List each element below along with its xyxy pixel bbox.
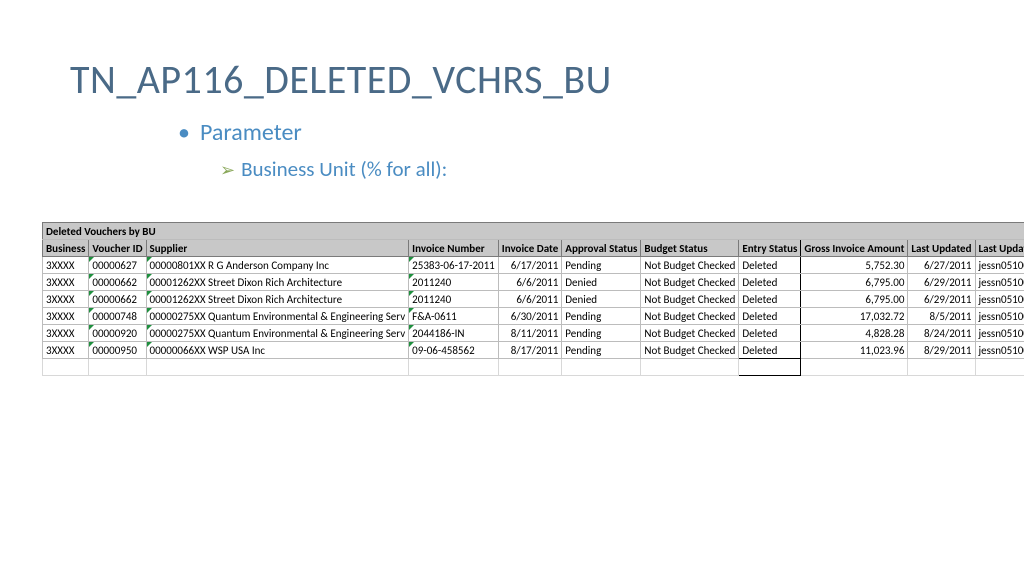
cell-gross-invoice-amount: 6,795.00 [801,291,908,308]
col-budget-status: Budget Status [641,240,739,257]
cell-last-updated-by: jessn0510001 [975,342,1024,359]
bullet-2-text: Business Unit (% for all): [241,156,447,182]
cell-invoice-date: 6/6/2011 [498,274,562,291]
cell-last-updated: 6/29/2011 [908,291,975,308]
cell-approval-status: Pending [562,342,641,359]
cell-approval-status: Pending [562,308,641,325]
cell-entry-status: Deleted [739,308,801,325]
report-table-wrap: Deleted Vouchers by BU Business Voucher … [42,222,984,376]
cell-last-updated-by: jessn0510001 [975,308,1024,325]
cell-voucher-id: 00000662 [89,274,146,291]
cell-voucher-id: 00000920 [89,325,146,342]
cell-invoice-date: 6/6/2011 [498,291,562,308]
cell-last-updated-by: jessn0510001 [975,274,1024,291]
cell-budget-status: Not Budget Checked [641,274,739,291]
cell-budget-status: Not Budget Checked [641,308,739,325]
cell-budget-status: Not Budget Checked [641,325,739,342]
cell-approval-status: Pending [562,325,641,342]
cell-supplier: 00001262XX Street Dixon Rich Architectur… [146,274,409,291]
cell-supplier: 00000275XX Quantum Environmental & Engin… [146,308,409,325]
cell-invoice-date: 8/17/2011 [498,342,562,359]
slide-title: TN_AP116_DELETED_VCHRS_BU [70,55,612,104]
cell-business-unit: 3XXXX [43,342,89,359]
cell-invoice-number: 09-06-458562 [409,342,499,359]
cell-voucher-id: 00000950 [89,342,146,359]
cell-budget-status: Not Budget Checked [641,291,739,308]
col-gross-invoice-amount: Gross Invoice Amount [801,240,908,257]
cell-voucher-id: 00000627 [89,257,146,274]
col-last-updated: Last Updated [908,240,975,257]
table-row: 3XXXX0000092000000275XX Quantum Environm… [43,325,1024,342]
cell-budget-status: Not Budget Checked [641,342,739,359]
cell-invoice-number: F&A-0611 [409,308,499,325]
cell-business-unit: 3XXXX [43,325,89,342]
cell-entry-status: Deleted [739,274,801,291]
cell-supplier: 00000801XX R G Anderson Company Inc [146,257,409,274]
cell-entry-status: Deleted [739,325,801,342]
col-entry-status: Entry Status [739,240,801,257]
bullet-level-1: • Parameter [178,118,302,147]
cell-invoice-number: 2044186-IN [409,325,499,342]
cell-supplier: 00000275XX Quantum Environmental & Engin… [146,325,409,342]
table-title-row: Deleted Vouchers by BU [43,223,1024,240]
cell-invoice-number: 2011240 [409,274,499,291]
table-row: 3XXXX0000074800000275XX Quantum Environm… [43,308,1024,325]
cell-budget-status: Not Budget Checked [641,257,739,274]
table-row: 3XXXX0000095000000066XX WSP USA Inc09-06… [43,342,1024,359]
cell-gross-invoice-amount: 5,752.30 [801,257,908,274]
cell-invoice-date: 6/17/2011 [498,257,562,274]
col-supplier: Supplier [146,240,409,257]
cell-last-updated-by: jessn0510001 [975,291,1024,308]
cell-last-updated: 6/29/2011 [908,274,975,291]
cell-voucher-id: 00000748 [89,308,146,325]
cell-business-unit: 3XXXX [43,274,89,291]
col-last-updated-by: Last Updated By [975,240,1024,257]
cell-gross-invoice-amount: 4,828.28 [801,325,908,342]
cell-invoice-number: 2011240 [409,291,499,308]
cell-invoice-number: 25383-06-17-2011 [409,257,499,274]
col-invoice-date: Invoice Date [498,240,562,257]
cell-invoice-date: 6/30/2011 [498,308,562,325]
cell-approval-status: Pending [562,257,641,274]
cell-business-unit: 3XXXX [43,257,89,274]
bullet-1-text: Parameter [200,118,302,147]
cell-last-updated: 6/27/2011 [908,257,975,274]
col-voucher-id: Voucher ID [89,240,146,257]
cell-gross-invoice-amount: 11,023.96 [801,342,908,359]
table-row: 3XXXX0000062700000801XX R G Anderson Com… [43,257,1024,274]
cell-voucher-id: 00000662 [89,291,146,308]
bullet-arrow-icon: ➢ [220,159,235,181]
cell-gross-invoice-amount: 17,032.72 [801,308,908,325]
table-header-row: Business Voucher ID Supplier Invoice Num… [43,240,1024,257]
cell-business-unit: 3XXXX [43,291,89,308]
cell-entry-status: Deleted [739,257,801,274]
table-row: 3XXXX0000066200001262XX Street Dixon Ric… [43,291,1024,308]
col-business-unit: Business [43,240,89,257]
bullet-dot-icon: • [178,118,190,147]
deleted-vouchers-table: Deleted Vouchers by BU Business Voucher … [42,222,1024,376]
cell-invoice-date: 8/11/2011 [498,325,562,342]
cell-business-unit: 3XXXX [43,308,89,325]
cell-last-updated-by: jessn0510001 [975,325,1024,342]
cell-supplier: 00001262XX Street Dixon Rich Architectur… [146,291,409,308]
cell-last-updated: 8/24/2011 [908,325,975,342]
cell-last-updated: 8/29/2011 [908,342,975,359]
bullet-level-2: ➢ Business Unit (% for all): [220,156,447,182]
cell-approval-status: Denied [562,274,641,291]
cell-entry-status: Deleted [739,342,801,359]
cell-last-updated-by: jessn0510001 [975,257,1024,274]
cell-supplier: 00000066XX WSP USA Inc [146,342,409,359]
cell-last-updated: 8/5/2011 [908,308,975,325]
cell-approval-status: Denied [562,291,641,308]
cell-gross-invoice-amount: 6,795.00 [801,274,908,291]
table-row: 3XXXX0000066200001262XX Street Dixon Ric… [43,274,1024,291]
col-approval-status: Approval Status [562,240,641,257]
col-invoice-number: Invoice Number [409,240,499,257]
table-caption: Deleted Vouchers by BU [43,223,1024,240]
table-empty-row [43,359,1024,376]
cell-entry-status: Deleted [739,291,801,308]
